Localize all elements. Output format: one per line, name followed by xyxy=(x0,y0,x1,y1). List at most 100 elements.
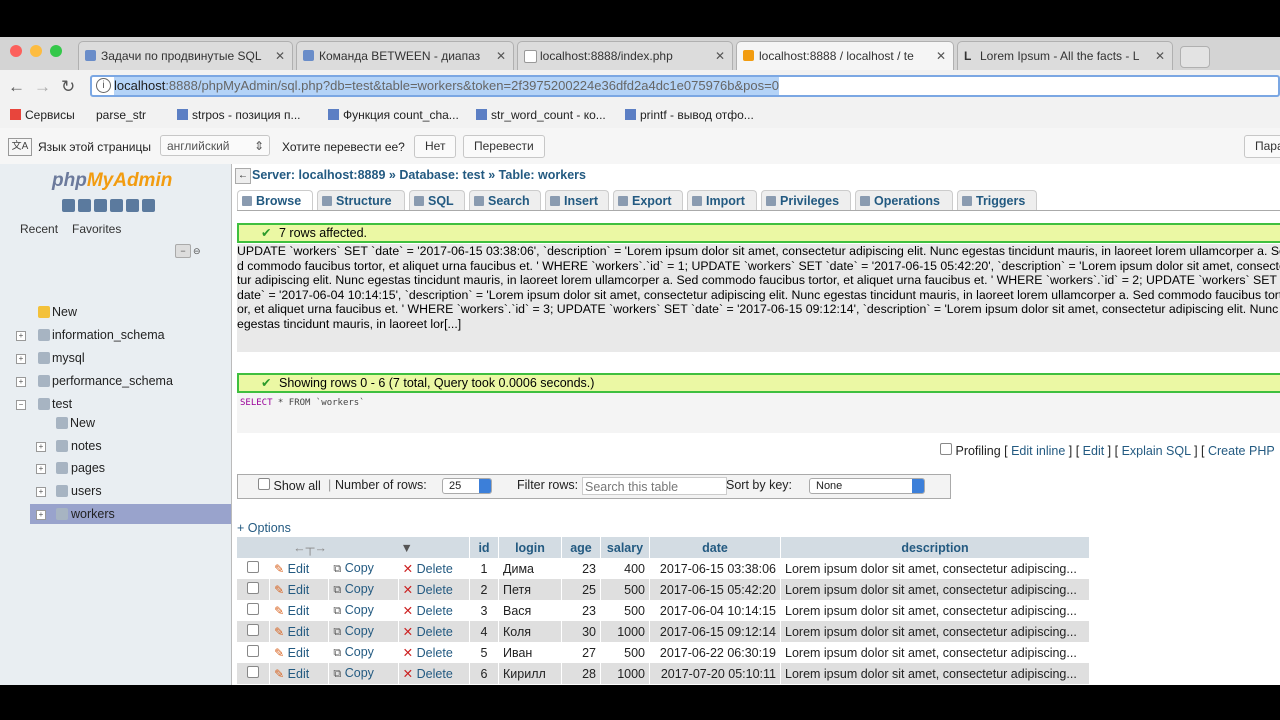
cell-id[interactable]: 1 xyxy=(469,558,499,579)
breadcrumb-database[interactable]: Database: test » xyxy=(399,168,495,182)
translate-options-button[interactable]: Пара xyxy=(1244,135,1280,158)
cell-salary[interactable]: 500 xyxy=(600,642,650,663)
edit-action[interactable]: ✎ Edit xyxy=(269,579,330,600)
show-all[interactable]: Show all xyxy=(258,478,321,493)
back-arrow-icon[interactable]: ← xyxy=(8,77,25,97)
copy-action[interactable]: ⧉ Copy xyxy=(328,663,399,684)
close-window-button[interactable] xyxy=(10,45,22,57)
cell-salary[interactable]: 500 xyxy=(600,579,650,600)
table-row[interactable]: ✎ Edit ⧉ Copy ✕ Delete 1 Дима 23 400 2017-06-15… xyxy=(237,558,1090,579)
tab-privileges[interactable]: Privileges xyxy=(761,190,851,210)
breadcrumb-server[interactable]: Server: localhost:8889 » xyxy=(252,168,396,182)
expand-icon[interactable]: + xyxy=(16,354,26,364)
cell-login[interactable]: Коля xyxy=(498,621,562,642)
edit-link[interactable]: Edit xyxy=(1083,444,1105,458)
cell-description[interactable]: Lorem ipsum dolor sit amet, consectetur … xyxy=(780,600,1090,621)
cell-login[interactable]: Иван xyxy=(498,642,562,663)
cell-login[interactable]: Вася xyxy=(498,600,562,621)
cell-salary[interactable]: 500 xyxy=(600,600,650,621)
docs-icon[interactable] xyxy=(94,199,107,212)
show-all-checkbox[interactable] xyxy=(258,478,270,490)
row-checkbox[interactable] xyxy=(247,603,260,615)
delete-action[interactable]: ✕ Delete xyxy=(398,663,471,684)
collapse-all-icon[interactable]: − xyxy=(175,244,191,258)
expand-icon[interactable]: + xyxy=(16,331,26,341)
column-header-date[interactable]: date xyxy=(649,537,781,558)
tab-browse[interactable]: Browse xyxy=(237,190,313,210)
collapse-icon[interactable]: − xyxy=(16,400,26,410)
cell-date[interactable]: 2017-06-15 05:42:20 xyxy=(649,579,781,600)
row-checkbox[interactable] xyxy=(247,645,260,657)
close-tab-icon[interactable]: ✕ xyxy=(1155,42,1165,70)
cell-id[interactable]: 5 xyxy=(469,642,499,663)
expand-icon[interactable]: + xyxy=(36,510,46,520)
cell-description[interactable]: Lorem ipsum dolor sit amet, consectetur … xyxy=(780,621,1090,642)
browser-tab-active[interactable]: localhost:8888 / localhost / te ✕ xyxy=(736,41,954,70)
cell-description[interactable]: Lorem ipsum dolor sit amet, consectetur … xyxy=(780,642,1090,663)
tab-search[interactable]: Search xyxy=(469,190,541,210)
link-icon[interactable]: ⊖ xyxy=(193,246,201,257)
column-header-id[interactable]: id xyxy=(469,537,499,558)
column-header-age[interactable]: age xyxy=(561,537,601,558)
tab-import[interactable]: Import xyxy=(687,190,757,210)
cell-date[interactable]: 2017-06-15 03:38:06 xyxy=(649,558,781,579)
options-link[interactable]: + Options xyxy=(237,521,291,535)
edit-action[interactable]: ✎ Edit xyxy=(269,663,330,684)
table-row[interactable]: ✎ Edit ⧉ Copy ✕ Delete 3 Вася 23 500 2017-06-04… xyxy=(237,600,1090,621)
filter-rows-input[interactable]: Search this table xyxy=(582,477,727,495)
sort-by-key-select[interactable]: None xyxy=(809,478,925,494)
recent-tab[interactable]: Recent xyxy=(20,222,58,236)
cell-age[interactable]: 28 xyxy=(561,663,601,684)
cell-date[interactable]: 2017-06-04 10:14:15 xyxy=(649,600,781,621)
cell-id[interactable]: 4 xyxy=(469,621,499,642)
tab-triggers[interactable]: Triggers xyxy=(957,190,1037,210)
cell-description[interactable]: Lorem ipsum dolor sit amet, consectetur … xyxy=(780,579,1090,600)
browser-tab[interactable]: localhost:8888/index.php ✕ xyxy=(517,41,733,70)
bookmark-item[interactable]: parse_str xyxy=(96,108,146,122)
row-checkbox[interactable] xyxy=(247,582,260,594)
settings-icon[interactable] xyxy=(126,199,139,212)
cell-login[interactable]: Кирилл xyxy=(498,663,562,684)
close-tab-icon[interactable]: ✕ xyxy=(715,42,725,70)
delete-action[interactable]: ✕ Delete xyxy=(398,621,471,642)
copy-action[interactable]: ⧉ Copy xyxy=(328,558,399,579)
cell-date[interactable]: 2017-07-20 05:10:11 xyxy=(649,663,781,684)
tab-operations[interactable]: Operations xyxy=(855,190,953,210)
tab-sql[interactable]: SQL xyxy=(409,190,465,210)
cell-login[interactable]: Дима xyxy=(498,558,562,579)
select-sql[interactable]: SELECT * FROM `workers` xyxy=(240,398,365,408)
cell-id[interactable]: 2 xyxy=(469,579,499,600)
explain-sql-link[interactable]: Explain SQL xyxy=(1122,444,1191,458)
cell-age[interactable]: 23 xyxy=(561,600,601,621)
delete-action[interactable]: ✕ Delete xyxy=(398,600,471,621)
phpmyadmin-logo[interactable]: phpMyAdmin xyxy=(52,170,172,192)
cell-salary[interactable]: 1000 xyxy=(600,663,650,684)
row-checkbox[interactable] xyxy=(247,624,260,636)
cell-id[interactable]: 3 xyxy=(469,600,499,621)
maximize-window-button[interactable] xyxy=(50,45,62,57)
sort-dropdown-icon[interactable]: ▼ xyxy=(400,541,412,555)
cell-salary[interactable]: 1000 xyxy=(600,621,650,642)
row-checkbox[interactable] xyxy=(247,666,260,678)
copy-action[interactable]: ⧉ Copy xyxy=(328,579,399,600)
copy-action[interactable]: ⧉ Copy xyxy=(328,642,399,663)
close-tab-icon[interactable]: ✕ xyxy=(275,42,285,70)
forward-arrow-icon[interactable]: → xyxy=(34,77,51,97)
cell-description[interactable]: Lorem ipsum dolor sit amet, consectetur … xyxy=(780,558,1090,579)
column-header-description[interactable]: description xyxy=(780,537,1090,558)
delete-action[interactable]: ✕ Delete xyxy=(398,642,471,663)
copy-action[interactable]: ⧉ Copy xyxy=(328,621,399,642)
url-input[interactable]: i localhost:8888/phpMyAdmin/sql.php?db=t… xyxy=(90,75,1280,97)
create-php-link[interactable]: Create PHP xyxy=(1208,444,1275,458)
language-select[interactable]: английский ⇕ xyxy=(160,135,270,156)
help-icon[interactable] xyxy=(110,199,123,212)
expand-icon[interactable]: + xyxy=(36,464,46,474)
browser-tab[interactable]: Команда BETWEEN - диапаз ✕ xyxy=(296,41,514,70)
translate-button[interactable]: Перевести xyxy=(463,135,545,158)
close-tab-icon[interactable]: ✕ xyxy=(936,42,946,70)
cell-date[interactable]: 2017-06-15 09:12:14 xyxy=(649,621,781,642)
tab-structure[interactable]: Structure xyxy=(317,190,405,210)
cell-login[interactable]: Петя xyxy=(498,579,562,600)
cell-age[interactable]: 30 xyxy=(561,621,601,642)
collapse-panel-icon[interactable]: ← xyxy=(235,168,251,184)
